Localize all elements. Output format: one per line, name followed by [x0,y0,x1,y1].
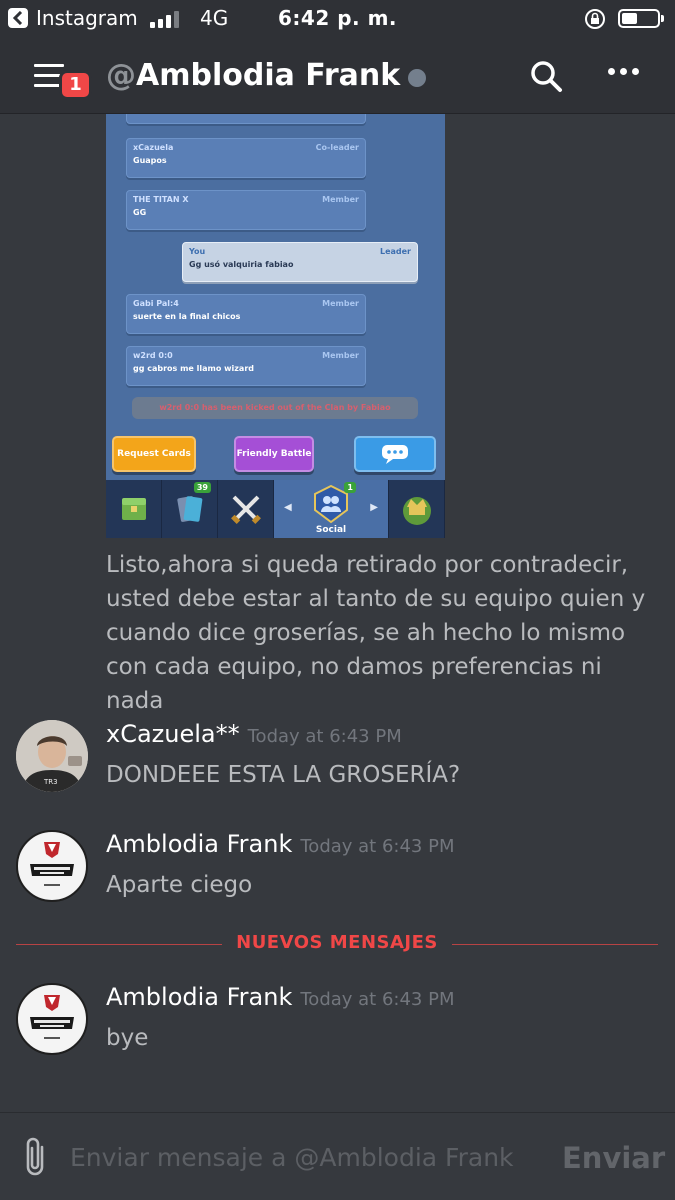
clan-chat-bubble [126,114,366,124]
chat-author: You [189,247,206,256]
clan-chat-bubble-own: You Leader Gg usó valquiria fabiao [182,242,418,282]
clan-chat-bubble: xCazuela Co-leader Guapos [126,138,366,178]
cards-count-badge: 39 [193,482,211,493]
chat-role: Member [322,195,359,204]
chat-text: Gg usó valquiria fabiao [189,260,294,269]
chat-text: GG [133,208,147,217]
battery-icon [618,9,664,28]
chat-role: Leader [379,247,411,256]
tournament-tab-icon [389,480,445,538]
friendly-battle-button: Friendly Battle [234,436,314,472]
search-icon[interactable] [528,58,564,94]
chat-bubble-icon [354,436,436,472]
paperclip-icon[interactable] [20,1135,50,1179]
chat-role: Member [322,351,359,360]
social-tab: ◀ ▶ 1 Social [274,480,389,538]
kicked-notice: w2rd 0:0 has been kicked out of the Clan… [132,397,418,419]
left-arrow-icon: ◀ [284,502,292,513]
chat-text: suerte en la final chicos [133,312,241,321]
new-messages-divider: NUEVOS MENSAJES [16,932,658,958]
chat-text: Guapos [133,156,167,165]
orientation-lock-icon [584,8,606,35]
request-cards-button: Request Cards [112,436,196,472]
image-attachment[interactable]: xCazuela Co-leader Guapos THE TITAN X Me… [106,114,445,538]
unread-badge: 1 [59,70,92,100]
message-continuation-text: Listo,ahora si queda retirado por contra… [106,552,646,714]
message-text: bye [106,1025,149,1051]
chat-author: Gabi Pal:4 [133,299,179,308]
more-dots-icon[interactable] [608,68,639,75]
avatar[interactable]: TR3 [16,720,88,792]
presence-status-icon [408,68,427,87]
avatar[interactable] [16,983,88,1055]
message-text: Aparte ciego [106,872,253,898]
message-text: DONDEEE ESTA LA GROSERÍA? [106,762,461,788]
chat-author: w2rd 0:0 [133,351,173,360]
channel-header: 1 @ Amblodia Frank [0,38,675,114]
clan-chat-bubble: w2rd 0:0 Member gg cabros me llamo wizar… [126,346,366,386]
author-name[interactable]: xCazuela** [106,720,240,748]
cards-tab-icon: 39 [162,480,218,538]
svg-text:TR3: TR3 [43,778,58,786]
chat-text: gg cabros me llamo wizard [133,364,254,373]
message-timestamp: Today at 6:43 PM [300,836,455,857]
message-input[interactable] [70,1135,540,1179]
shop-tab-icon [106,480,162,538]
message-timestamp: Today at 6:43 PM [300,989,455,1010]
chat-role: Member [322,299,359,308]
author-name[interactable]: Amblodia Frank [106,983,292,1011]
game-tab-bar: 39 ◀ ▶ 1 Social [106,480,445,538]
at-symbol: @ [106,58,136,93]
social-tab-label: Social [315,525,347,535]
chat-author: xCazuela [133,143,174,152]
clan-chat-bubble: THE TITAN X Member GG [126,190,366,230]
message-group: Amblodia Frank Today at 6:43 PM bye [0,983,675,1063]
author-name[interactable]: Amblodia Frank [106,830,292,858]
message-group: TR3 xCazuela** Today at 6:43 PM DONDEEE … [0,720,675,800]
battle-tab-icon [218,480,274,538]
avatar[interactable] [16,830,88,902]
message-header: Amblodia Frank Today at 6:43 PM [106,983,455,1011]
new-messages-label: NUEVOS MENSAJES [222,932,452,953]
message-group: Amblodia Frank Today at 6:43 PM Aparte c… [0,830,675,910]
message-composer: Enviar [0,1112,675,1200]
chat-author: THE TITAN X [133,195,189,204]
social-count-badge: 1 [344,482,356,493]
clan-chat-bubble: Gabi Pal:4 Member suerte en la final chi… [126,294,366,334]
message-header: Amblodia Frank Today at 6:43 PM [106,830,455,858]
dm-title[interactable]: @ Amblodia Frank [106,58,427,93]
message-header: xCazuela** Today at 6:43 PM [106,720,402,748]
dm-name: Amblodia Frank [136,58,401,93]
message-timestamp: Today at 6:43 PM [247,726,402,747]
right-arrow-icon: ▶ [370,502,378,513]
chat-role: Co-leader [315,143,359,152]
clock: 6:42 p. m. [277,6,398,30]
status-bar: Instagram 4G 6:42 p. m. [0,0,675,38]
send-button[interactable]: Enviar [562,1141,665,1175]
